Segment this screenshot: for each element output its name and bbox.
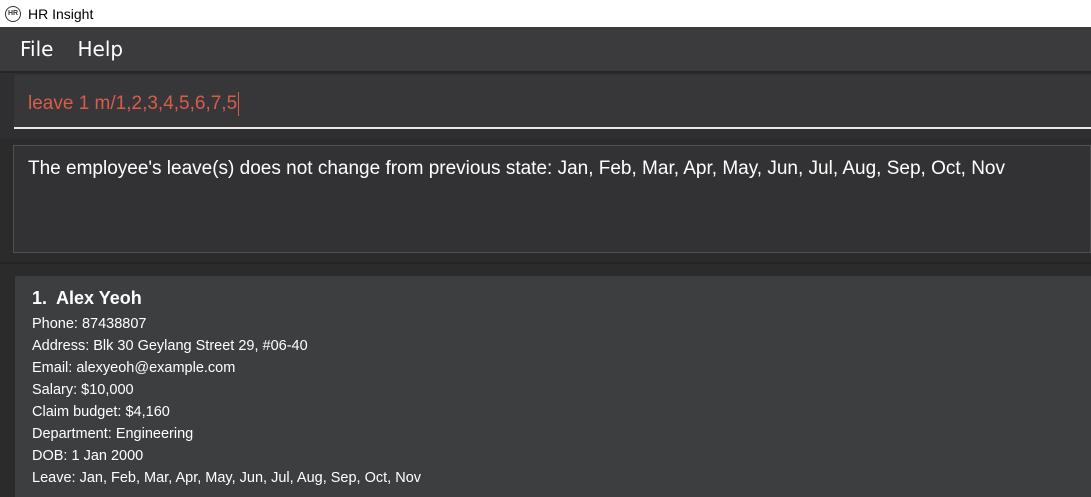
window-title: HR Insight [28,5,94,22]
menu-bar: File Help [0,27,1091,71]
employee-leave: Leave: Jan, Feb, Mar, Apr, May, Jun, Jul… [32,470,422,486]
command-area: leave 1 m/1,2,3,4,5,6,7,5 [0,73,1091,139]
employee-index: 1. [32,288,48,308]
employee-address: Address: Blk 30 Geylang Street 29, #06-4… [32,338,308,354]
employee-card[interactable]: 1. Alex Yeoh Phone: 87438807 Address: Blk… [15,276,1091,497]
employee-claim-budget: Claim budget: $4,160 [32,404,170,420]
employee-department: Department: Engineering [32,426,194,442]
employee-card-header: 1. Alex Yeoh [32,288,142,309]
app-window: HR HR Insight File Help leave 1 m/1,2,3,… [0,0,1091,497]
result-display[interactable]: The employee's leave(s) does not change … [13,145,1091,253]
employee-dob: DOB: 1 Jan 2000 [32,448,144,464]
employee-name: Alex Yeoh [56,288,142,308]
command-input[interactable]: leave 1 m/1,2,3,4,5,6,7,5 [14,75,1091,129]
result-message: The employee's leave(s) does not change … [28,158,1005,179]
app-logo-icon: HR [5,5,21,22]
employee-phone: Phone: 87438807 [32,316,147,332]
text-caret [238,92,240,116]
employee-list[interactable]: 1. Alex Yeoh Phone: 87438807 Address: Blk… [0,264,1091,497]
command-input-text: leave 1 m/1,2,3,4,5,6,7,5 [28,93,238,115]
title-bar: HR HR Insight [0,0,1091,27]
menu-file[interactable]: File [20,37,53,61]
command-input-wrapper: leave 1 m/1,2,3,4,5,6,7,5 [28,92,240,116]
employee-salary: Salary: $10,000 [32,382,134,398]
menu-help[interactable]: Help [77,37,123,61]
employee-email: Email: alexyeoh@example.com [32,360,236,376]
